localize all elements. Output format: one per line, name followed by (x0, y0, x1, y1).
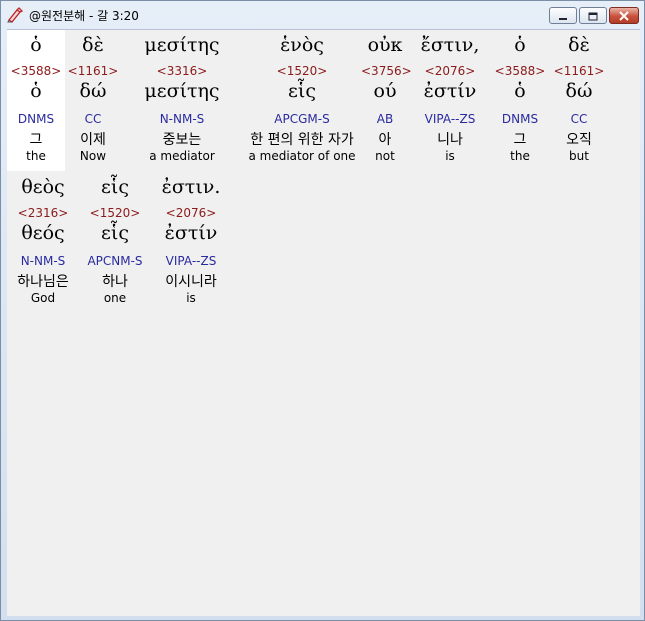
english-gloss: is (186, 291, 196, 305)
parsing-code: AB (376, 112, 394, 126)
word-cell[interactable]: ὁ <3588> ὁ DNMS 그 the (7, 30, 65, 171)
korean-gloss: 그 (29, 132, 43, 148)
parsing-code: VIPA--ZS (165, 254, 217, 268)
parsing-code: DNMS (17, 112, 55, 126)
close-button[interactable] (609, 7, 639, 24)
english-gloss: the (510, 149, 530, 163)
strongs-number: <3756> (361, 64, 412, 78)
strongs-number: <2316> (17, 206, 69, 220)
parsing-code: CC (84, 112, 102, 126)
parsing-code: VIPA--ZS (424, 112, 476, 126)
greek-word: μεσίτης (144, 34, 220, 56)
strongs-number: <2076> (165, 206, 217, 220)
korean-gloss: 한 편의 위한 자가 (250, 132, 354, 148)
english-gloss: is (445, 149, 455, 163)
korean-gloss: 이제 (80, 132, 106, 148)
greek-word: δὲ (568, 34, 590, 56)
korean-gloss: 오직 (566, 132, 592, 148)
korean-gloss: 하나 (102, 274, 128, 290)
greek-word: εἷς (101, 176, 129, 198)
korean-gloss: 하나님은 (17, 274, 69, 290)
parsing-code: N-NM-S (20, 254, 66, 268)
strongs-number: <1520> (89, 206, 141, 220)
strongs-number: <1520> (276, 64, 328, 78)
word-cell[interactable]: ἐστιν. <2076> ἐστίν VIPA--ZS 이시니라 is (151, 172, 231, 313)
korean-gloss: 그 (513, 132, 527, 148)
greek-word: θεὸς (21, 176, 65, 198)
greek-word: ἔστιν, (420, 34, 480, 56)
title-bar[interactable]: @원전분해 - 갈 3:20 (1, 1, 644, 29)
english-gloss: Now (79, 149, 107, 163)
close-icon (618, 6, 630, 25)
greek-word: οὐκ (367, 34, 403, 56)
korean-gloss: 아 (378, 132, 392, 148)
korean-gloss: 이시니라 (165, 274, 217, 290)
english-gloss: but (569, 149, 589, 163)
lemma-word: ού (373, 80, 397, 102)
word-cell[interactable]: ἔστιν, <2076> ἐστίν VIPA--ZS 니나 is (409, 30, 491, 171)
word-cell[interactable]: ἑνὸς <1520> εἷς APCGM-S 한 편의 위한 자가 a mediator… (243, 30, 361, 171)
lemma-word: θεός (21, 222, 65, 244)
english-gloss: God (30, 291, 56, 305)
word-cell[interactable]: δὲ <1161> δώ CC 오직 but (549, 30, 609, 171)
korean-gloss: 중보는 (162, 132, 202, 148)
english-gloss: a mediator (149, 149, 215, 163)
minimize-button[interactable] (549, 7, 577, 24)
lemma-word: ἐστίν (423, 80, 477, 102)
lemma-word: δώ (79, 80, 107, 102)
strongs-number: <1161> (553, 64, 605, 78)
greek-word: δὲ (82, 34, 104, 56)
word-cell[interactable]: μεσίτης <3316> μεσίτης N-NM-S 중보는 a mediator (121, 30, 243, 171)
greek-word: ὁ (30, 34, 42, 56)
lemma-word: ὁ (30, 80, 42, 102)
parsing-code: APCGM-S (274, 112, 330, 126)
window-title: @원전분해 - 갈 3:20 (29, 9, 139, 23)
strongs-number: <3588> (494, 64, 546, 78)
word-cell[interactable]: οὐκ <3756> ού AB 아 not (361, 30, 412, 171)
word-cell[interactable]: εἷς <1520> εἷς APCNM-S 하나 one (79, 172, 151, 313)
lemma-word: μεσίτης (144, 80, 220, 102)
parsing-code: APCNM-S (87, 254, 143, 268)
word-cell[interactable]: δὲ <1161> δώ CC 이제 Now (65, 30, 121, 171)
word-cell[interactable]: ὁ <3588> ὁ DNMS 그 the (491, 30, 549, 171)
korean-gloss: 니나 (437, 132, 463, 148)
maximize-icon (588, 6, 598, 25)
minimize-icon (558, 6, 568, 25)
english-gloss: one (103, 291, 127, 305)
lemma-word: ἐστίν (164, 222, 218, 244)
app-logo-icon (7, 7, 24, 23)
english-gloss: a mediator of one (248, 149, 356, 163)
parsing-code: N-NM-S (159, 112, 205, 126)
strongs-number: <2076> (424, 64, 476, 78)
lemma-word: εἷς (101, 222, 129, 244)
strongs-number: <3588> (10, 64, 62, 78)
lemma-word: εἷς (288, 80, 316, 102)
interlinear-view: ὁ <3588> ὁ DNMS 그 the δὲ <1161> δώ CC 이제 Now μεσίτης… (7, 29, 640, 616)
english-gloss: the (26, 149, 46, 163)
parsing-code: DNMS (501, 112, 539, 126)
word-cell[interactable]: θεὸς <2316> θεός N-NM-S 하나님은 God (7, 172, 79, 313)
lemma-word: ὁ (514, 80, 526, 102)
parsing-code: CC (570, 112, 588, 126)
greek-word: ἐστιν. (161, 176, 221, 198)
app-window: @원전분해 - 갈 3:20 ὁ <3588> ὁ DNMS 그 the δὲ <1161> δ… (0, 0, 645, 621)
lemma-word: δώ (565, 80, 593, 102)
greek-word: ὁ (514, 34, 526, 56)
strongs-number: <1161> (67, 64, 119, 78)
maximize-button[interactable] (579, 7, 607, 24)
greek-word: ἑνὸς (280, 34, 324, 56)
strongs-number: <3316> (156, 64, 208, 78)
english-gloss: not (375, 149, 395, 163)
